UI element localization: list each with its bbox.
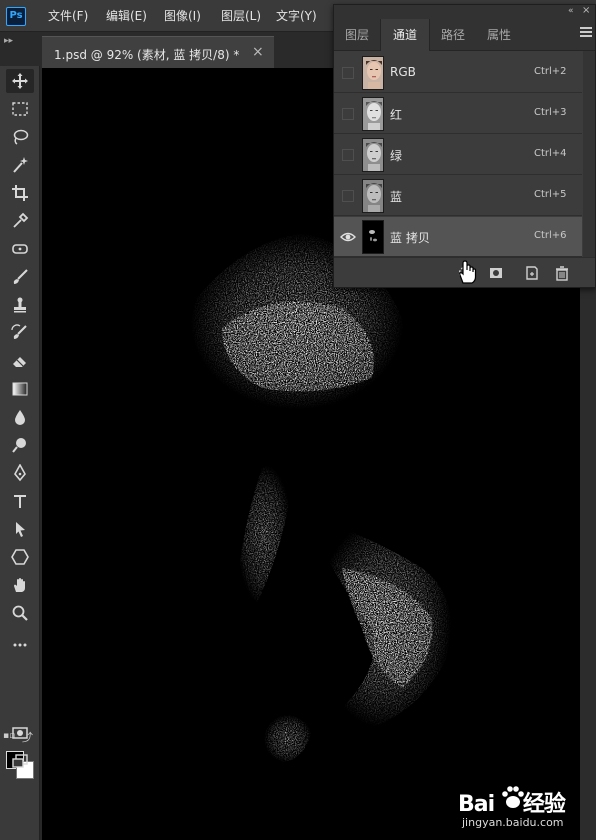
lasso-tool-icon[interactable] xyxy=(6,125,34,149)
visibility-toggle[interactable] xyxy=(342,190,354,202)
channel-thumbnail-blue-copy xyxy=(362,220,384,254)
baidu-jingyan-watermark: Bai 经验 jingyan.baidu.com xyxy=(458,774,588,834)
visibility-toggle[interactable] xyxy=(342,149,354,161)
photoshop-window: Ps 文件(F) 编辑(E) 图像(I) 图层(L) 文字(Y) ▸▸ 1.ps… xyxy=(0,0,596,840)
menu-edit[interactable]: 编辑(E) xyxy=(106,9,147,23)
gradient-icon[interactable] xyxy=(6,377,34,401)
eyedropper-icon[interactable] xyxy=(6,209,34,233)
channels-scrollbar[interactable] xyxy=(583,51,595,257)
panel-menu-icon[interactable] xyxy=(580,27,592,39)
path-selection-icon[interactable] xyxy=(6,517,34,541)
channel-thumbnail-red xyxy=(362,97,384,131)
screen-mode-icon[interactable] xyxy=(6,749,34,773)
visibility-toggle[interactable] xyxy=(342,67,354,79)
shape-tool-icon[interactable] xyxy=(6,545,34,569)
history-brush-icon[interactable] xyxy=(6,321,34,345)
collapse-panel-icon[interactable]: « xyxy=(568,6,574,16)
visibility-toggle[interactable] xyxy=(342,108,354,120)
collapse-toolbar-icon[interactable]: ▸▸ xyxy=(4,36,13,46)
channel-row-rgb[interactable]: RGB Ctrl+2 xyxy=(334,53,582,93)
panel-header-strip: « × xyxy=(334,5,595,19)
crop-tool-icon[interactable] xyxy=(6,181,34,205)
eraser-icon[interactable] xyxy=(6,349,34,373)
tab-channels[interactable]: 通道 xyxy=(380,19,430,51)
channel-name: 绿 xyxy=(390,149,403,163)
tab-layers[interactable]: 图层 xyxy=(334,19,380,51)
marquee-tool-icon[interactable] xyxy=(6,97,34,121)
menu-image[interactable]: 图像(I) xyxy=(164,9,201,23)
healing-brush-icon[interactable] xyxy=(6,237,34,261)
channel-shortcut: Ctrl+6 xyxy=(534,230,567,241)
dodge-icon[interactable] xyxy=(6,433,34,457)
save-selection-icon[interactable] xyxy=(487,264,505,282)
pen-icon[interactable] xyxy=(6,461,34,485)
tab-paths[interactable]: 路径 xyxy=(430,19,476,51)
document-tab-label: 1.psd @ 92% (素材, 蓝 拷贝/8) * xyxy=(54,48,240,62)
channel-name: 蓝 xyxy=(390,190,403,204)
channel-row-red[interactable]: 红 Ctrl+3 xyxy=(334,94,582,134)
channels-panel: « × 图层 通道 路径 属性 RGB Ctrl+2 红 Ctrl+3 绿 Ct… xyxy=(333,4,596,288)
hand-cursor-icon xyxy=(459,260,477,284)
zoom-icon[interactable] xyxy=(6,601,34,625)
tab-properties[interactable]: 属性 xyxy=(476,19,522,51)
watermark-domain: jingyan.baidu.com xyxy=(462,816,564,829)
quick-mask-icon[interactable] xyxy=(6,721,34,745)
panel-tab-bar: 图层 通道 路径 属性 xyxy=(334,19,595,51)
channel-row-blue-copy[interactable]: 蓝 拷贝 Ctrl+6 xyxy=(334,217,582,257)
delete-channel-icon[interactable] xyxy=(553,264,571,282)
channel-shortcut: Ctrl+2 xyxy=(534,66,567,77)
close-tab-icon[interactable]: × xyxy=(252,44,264,60)
blur-icon[interactable] xyxy=(6,405,34,429)
channel-name: 红 xyxy=(390,108,403,122)
channel-name: 蓝 拷贝 xyxy=(390,231,430,245)
more-tools-icon[interactable] xyxy=(6,633,34,657)
channel-shortcut: Ctrl+4 xyxy=(534,148,567,159)
photoshop-logo: Ps xyxy=(6,7,26,26)
menu-file[interactable]: 文件(F) xyxy=(48,9,88,23)
document-tab[interactable]: 1.psd @ 92% (素材, 蓝 拷贝/8) * × xyxy=(42,36,274,68)
channel-row-blue[interactable]: 蓝 Ctrl+5 xyxy=(334,176,582,216)
brush-icon[interactable] xyxy=(6,265,34,289)
watermark-brand: Bai 经验 xyxy=(458,792,566,817)
tools-panel: ▪▫ ⤴ xyxy=(0,66,40,840)
eye-icon[interactable] xyxy=(340,230,356,244)
channel-shortcut: Ctrl+5 xyxy=(534,189,567,200)
new-channel-icon[interactable] xyxy=(523,264,541,282)
move-tool-icon[interactable] xyxy=(6,69,34,93)
channel-row-green[interactable]: 绿 Ctrl+4 xyxy=(334,135,582,175)
mask-highlights xyxy=(190,233,452,763)
magic-wand-icon[interactable] xyxy=(6,153,34,177)
channel-thumbnail-blue xyxy=(362,179,384,213)
clone-stamp-icon[interactable] xyxy=(6,293,34,317)
channel-shortcut: Ctrl+3 xyxy=(534,107,567,118)
menu-type[interactable]: 文字(Y) xyxy=(276,9,317,23)
channel-name: RGB xyxy=(390,65,416,79)
channel-thumbnail-rgb xyxy=(362,56,384,90)
menu-layer[interactable]: 图层(L) xyxy=(221,9,261,23)
close-panel-icon[interactable]: × xyxy=(582,5,590,16)
hand-tool-icon[interactable] xyxy=(6,573,34,597)
channel-thumbnail-green xyxy=(362,138,384,172)
type-tool-icon[interactable] xyxy=(6,489,34,513)
